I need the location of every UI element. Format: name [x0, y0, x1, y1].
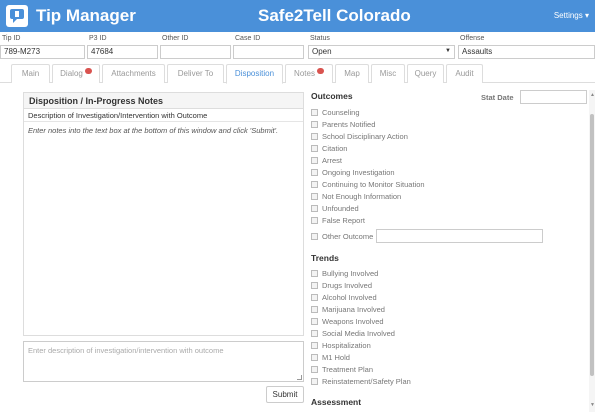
tab-dialog[interactable]: Dialog: [52, 64, 100, 83]
chat-bubble-icon: [84, 68, 92, 74]
tab-bar: Main Dialog Attachments Deliver To Dispo…: [0, 64, 595, 84]
other-outcome-input[interactable]: [376, 229, 543, 243]
checkbox-icon[interactable]: [311, 181, 318, 188]
checkbox-icon[interactable]: [311, 217, 318, 224]
trends-title: Trends: [311, 253, 339, 263]
checkbox-icon[interactable]: [311, 306, 318, 313]
tab-main[interactable]: Main: [11, 64, 50, 83]
chevron-down-icon: ▼: [445, 48, 451, 54]
checkbox-icon[interactable]: [311, 121, 318, 128]
case-id-field[interactable]: [233, 45, 304, 59]
resize-handle-icon[interactable]: [297, 375, 302, 380]
checkbox-icon[interactable]: [311, 342, 318, 349]
tab-audit[interactable]: Audit: [446, 64, 483, 83]
scroll-up-icon[interactable]: ▲: [590, 92, 595, 98]
tab-map[interactable]: Map: [335, 64, 369, 83]
checkbox-icon[interactable]: [311, 354, 318, 361]
checkbox-icon[interactable]: [311, 205, 318, 212]
checkbox-icon[interactable]: [311, 270, 318, 277]
case-id-label: Case ID: [235, 35, 261, 42]
app-title: Tip Manager: [36, 6, 136, 25]
notes-panel-subtitle: Description of Investigation/Interventio…: [24, 109, 303, 122]
checkbox-icon[interactable]: [311, 133, 318, 140]
tip-id-label: Tip ID: [2, 35, 21, 42]
submit-button[interactable]: Submit: [266, 386, 304, 403]
checkbox-icon[interactable]: [311, 318, 318, 325]
checkbox-icon[interactable]: [311, 193, 318, 200]
checkbox-icon[interactable]: [311, 294, 318, 301]
app-header: Tip Manager Safe2Tell Colorado Settings …: [0, 0, 595, 32]
stat-date-label: Stat Date: [481, 93, 514, 102]
tip-manager-logo-icon: [6, 5, 28, 27]
other-id-field[interactable]: [160, 45, 231, 59]
notes-panel-title: Disposition / In-Progress Notes: [24, 93, 303, 109]
tab-notes[interactable]: Notes: [285, 64, 333, 83]
p3-id-label: P3 ID: [89, 35, 107, 42]
p3-id-field[interactable]: 47684: [87, 45, 158, 59]
checkbox-icon[interactable]: [311, 282, 318, 289]
settings-menu[interactable]: Settings ▾: [554, 11, 589, 20]
checkbox-icon[interactable]: [311, 330, 318, 337]
checkbox-icon[interactable]: [311, 157, 318, 164]
tab-deliver-to[interactable]: Deliver To: [167, 64, 224, 83]
stat-date-input[interactable]: [520, 90, 587, 104]
tab-misc[interactable]: Misc: [371, 64, 405, 83]
assessment-title: Assessment: [311, 397, 362, 407]
offense-field[interactable]: Assaults: [458, 45, 595, 59]
status-label: Status: [310, 35, 330, 42]
tab-disposition[interactable]: Disposition: [226, 64, 283, 84]
status-value: Open: [312, 47, 332, 56]
outcomes-title: Outcomes: [311, 91, 353, 101]
notes-input-placeholder: Enter description of investigation/inter…: [28, 346, 224, 355]
checkbox-icon[interactable]: [311, 366, 318, 373]
tab-query[interactable]: Query: [407, 64, 444, 83]
checkbox-icon[interactable]: [311, 145, 318, 152]
scrollbar-thumb[interactable]: [590, 114, 594, 376]
other-id-label: Other ID: [162, 35, 189, 42]
offense-label: Offense: [460, 35, 485, 42]
tip-id-field[interactable]: 789-M273: [0, 45, 85, 59]
notes-input[interactable]: Enter description of investigation/inter…: [23, 341, 304, 382]
scroll-down-icon[interactable]: ▼: [590, 402, 595, 408]
tab-attachments[interactable]: Attachments: [102, 64, 165, 83]
status-select[interactable]: Open ▼: [308, 45, 455, 59]
checkbox-icon[interactable]: [311, 233, 318, 240]
checkbox-icon[interactable]: [311, 109, 318, 116]
notes-panel: Disposition / In-Progress Notes Descript…: [23, 92, 304, 336]
checkbox-icon[interactable]: [311, 378, 318, 385]
checkbox-icon[interactable]: [311, 169, 318, 176]
chat-bubble-icon: [316, 68, 324, 74]
org-title: Safe2Tell Colorado: [258, 6, 411, 25]
notes-hint: Enter notes into the text box at the bot…: [28, 126, 279, 135]
vertical-scrollbar[interactable]: ▲ ▼: [589, 90, 595, 412]
